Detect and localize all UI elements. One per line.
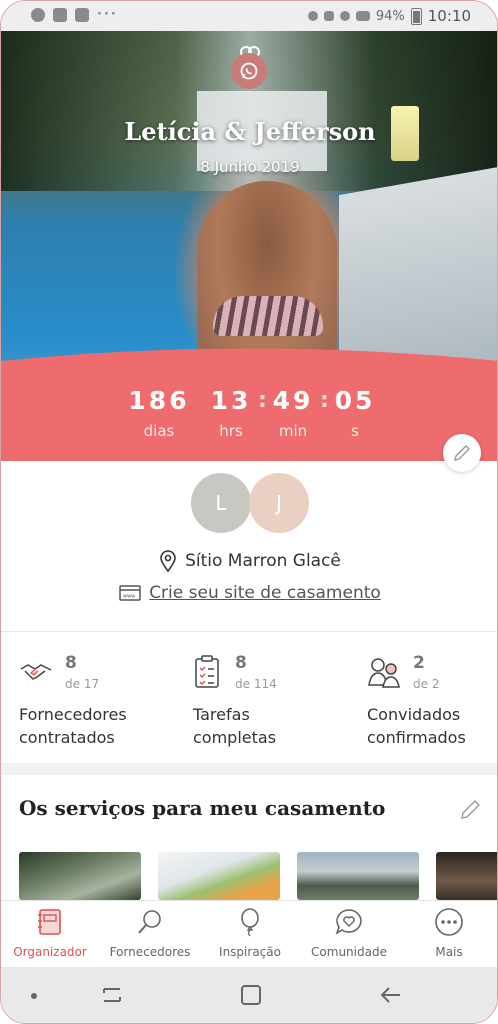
stat-total: de 114 bbox=[235, 677, 277, 691]
couple-names: Letícia & Jefferson bbox=[124, 117, 376, 146]
nav-label: Mais bbox=[435, 945, 463, 959]
guests-icon bbox=[368, 658, 400, 688]
nav-label: Comunidade bbox=[311, 945, 387, 959]
avatar-bride[interactable]: L bbox=[191, 473, 251, 533]
create-website-link[interactable]: www Crie seu site de casamento bbox=[1, 583, 497, 603]
countdown-days: 186 bbox=[128, 386, 190, 415]
stat-label: completas bbox=[193, 728, 277, 747]
search-icon bbox=[138, 910, 161, 934]
bottom-navigation: Organizador Fornecedores Inspiração Comu… bbox=[1, 900, 497, 968]
twitter-notification-icon bbox=[53, 7, 67, 22]
stat-total: de 2 bbox=[413, 677, 440, 691]
stat-label: Convidados bbox=[367, 705, 461, 724]
countdown-days-label: dias bbox=[143, 422, 175, 440]
nav-fornecedores[interactable]: Fornecedores bbox=[105, 907, 195, 959]
phone-screen: ··· 94% 10:10 Letícia & Jefferson 8 Junh… bbox=[0, 0, 498, 1024]
countdown-seconds-label: s bbox=[351, 422, 359, 440]
countdown-separator: : bbox=[320, 388, 329, 413]
nav-mais[interactable]: Mais bbox=[404, 907, 494, 959]
website-icon: www bbox=[119, 585, 141, 601]
whatsapp-icon bbox=[240, 62, 258, 80]
nav-inspiracao[interactable]: Inspiração bbox=[205, 907, 295, 959]
handshake-icon bbox=[20, 664, 52, 680]
svg-text:www: www bbox=[123, 594, 135, 600]
stat-value: 2 bbox=[413, 653, 425, 673]
create-website-link-text: Crie seu site de casamento bbox=[149, 583, 381, 603]
nav-label: Fornecedores bbox=[109, 945, 191, 959]
bluetooth-icon bbox=[307, 11, 318, 21]
more-notifications-icon: ··· bbox=[97, 7, 118, 22]
checklist-icon bbox=[195, 655, 219, 688]
service-card-catering[interactable] bbox=[158, 852, 280, 900]
stat-label: contratados bbox=[19, 728, 115, 747]
wedding-date: 8 Junho 2019 bbox=[200, 158, 300, 176]
stat-total: de 17 bbox=[65, 677, 100, 691]
countdown-hours: 13 bbox=[210, 386, 252, 415]
dot-icon[interactable] bbox=[29, 991, 39, 1001]
whatsapp-share-button[interactable] bbox=[231, 53, 267, 89]
edit-cover-button[interactable] bbox=[443, 434, 481, 472]
countdown-hours-label: hrs bbox=[219, 422, 243, 440]
facebook-notification-icon bbox=[75, 7, 89, 22]
countdown: 186 dias 13 hrs : 49 min : 05 s bbox=[1, 386, 497, 446]
pencil-icon bbox=[454, 445, 470, 461]
service-card-more[interactable] bbox=[436, 852, 497, 900]
notebook-icon bbox=[38, 909, 61, 935]
stat-label: confirmados bbox=[367, 728, 466, 747]
signal-icon bbox=[355, 11, 370, 21]
stat-value: 8 bbox=[65, 653, 77, 673]
more-icon bbox=[435, 908, 463, 936]
nav-label: Organizador bbox=[13, 945, 87, 959]
system-navigation-bar bbox=[1, 967, 497, 1023]
chat-heart-icon bbox=[335, 909, 362, 935]
service-card-photography[interactable] bbox=[297, 852, 419, 900]
service-card-venues[interactable] bbox=[19, 852, 141, 900]
alarm-icon bbox=[339, 11, 350, 21]
divider bbox=[1, 631, 497, 632]
battery-icon bbox=[410, 7, 422, 25]
countdown-minutes: 49 bbox=[272, 386, 314, 415]
countdown-separator: : bbox=[258, 388, 267, 413]
countdown-minutes-label: min bbox=[278, 422, 308, 440]
avatar-groom[interactable]: J bbox=[249, 473, 309, 533]
clock: 10:10 bbox=[427, 7, 471, 25]
mute-icon bbox=[323, 11, 334, 21]
nav-label: Inspiração bbox=[219, 945, 281, 959]
whatsapp-notification-icon bbox=[31, 7, 45, 22]
section-separator bbox=[1, 763, 497, 775]
pencil-icon[interactable] bbox=[459, 797, 483, 821]
stat-label: Tarefas bbox=[193, 705, 250, 724]
battery-percentage: 94% bbox=[375, 8, 405, 24]
nav-comunidade[interactable]: Comunidade bbox=[304, 907, 394, 959]
nav-organizador[interactable]: Organizador bbox=[5, 907, 95, 959]
stat-value: 8 bbox=[235, 653, 247, 673]
services-title: Os serviços para meu casamento bbox=[19, 796, 386, 820]
location-pin-icon bbox=[160, 550, 176, 572]
status-bar: ··· 94% 10:10 bbox=[1, 1, 497, 31]
home-icon[interactable] bbox=[239, 983, 263, 1007]
recent-apps-icon[interactable] bbox=[101, 983, 123, 1007]
back-icon[interactable] bbox=[379, 983, 403, 1007]
stat-label: Fornecedores bbox=[19, 705, 127, 724]
balloon-icon bbox=[241, 908, 259, 937]
venue-name: Sítio Marron Glacê bbox=[185, 551, 341, 571]
venue[interactable]: Sítio Marron Glacê bbox=[1, 550, 497, 572]
countdown-seconds: 05 bbox=[334, 386, 376, 415]
